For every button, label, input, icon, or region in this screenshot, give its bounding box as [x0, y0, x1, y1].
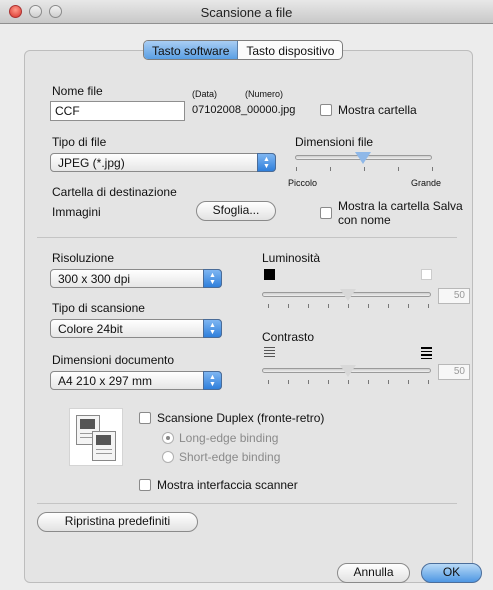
destination-folder-value: Immagini	[52, 205, 101, 219]
file-name-preview: 07102008_00000.jpg	[192, 104, 296, 116]
brightness-tick	[328, 304, 329, 308]
contrast-tick	[288, 380, 289, 384]
resolution-value: 300 x 300 dpi	[58, 272, 131, 286]
brightness-tick	[348, 304, 349, 308]
window-title: Scansione a file	[200, 5, 293, 20]
file-name-label: Nome file	[52, 84, 103, 98]
page-image	[96, 435, 111, 445]
duplex-scan-icon	[69, 408, 123, 466]
show-scanner-interface-label: Mostra interfaccia scanner	[157, 478, 298, 492]
file-size-min-label: Piccolo	[288, 178, 318, 188]
brightness-tick	[408, 304, 409, 308]
contrast-tick	[268, 380, 269, 384]
tab-software-button[interactable]: Tasto software	[144, 41, 239, 59]
brightness-tick	[428, 304, 429, 308]
tab-device-button[interactable]: Tasto dispositivo	[238, 41, 342, 59]
number-label: (Numero)	[245, 89, 284, 99]
file-type-label: Tipo di file	[52, 135, 107, 149]
date-label: (Data)	[192, 89, 218, 99]
short-edge-label: Short-edge binding	[179, 450, 281, 464]
duplex-scan-checkbox[interactable]	[139, 412, 151, 424]
show-folder-checkbox[interactable]	[320, 104, 332, 116]
contrast-slider-thumb[interactable]	[340, 365, 356, 377]
show-folder-label: Mostra cartella	[338, 103, 417, 117]
file-name-input[interactable]: CCF	[50, 101, 185, 121]
file-size-tick	[432, 167, 433, 171]
contrast-tick	[388, 380, 389, 384]
popup-arrows-icon: ▲ ▼	[203, 319, 222, 338]
low-contrast-icon	[264, 347, 275, 358]
brightness-slider-thumb[interactable]	[340, 289, 356, 301]
high-contrast-icon	[421, 347, 432, 359]
long-edge-label: Long-edge binding	[179, 431, 279, 445]
contrast-tick	[348, 380, 349, 384]
brightness-tick	[308, 304, 309, 308]
brightness-label: Luminosità	[262, 251, 321, 265]
popup-arrows-icon: ▲ ▼	[257, 153, 276, 172]
browse-button[interactable]: Sfoglia...	[196, 201, 276, 221]
scan-type-label: Tipo di scansione	[52, 301, 145, 315]
show-save-as-label-line2: con nome	[338, 213, 391, 227]
file-type-popup[interactable]: JPEG (*.jpg) ▲ ▼	[50, 153, 276, 172]
show-scanner-interface-checkbox[interactable]	[139, 479, 151, 491]
short-edge-radio[interactable]	[162, 451, 174, 463]
file-size-tick	[330, 167, 331, 171]
brightness-value-field[interactable]: 50	[438, 288, 470, 304]
brightness-tick	[368, 304, 369, 308]
resolution-label: Risoluzione	[52, 251, 115, 265]
restore-defaults-button[interactable]: Ripristina predefiniti	[37, 512, 198, 532]
destination-folder-label: Cartella di destinazione	[52, 185, 177, 199]
cancel-button[interactable]: Annulla	[337, 563, 410, 583]
contrast-tick	[368, 380, 369, 384]
document-size-popup[interactable]: A4 210 x 297 mm ▲ ▼	[50, 371, 222, 390]
long-edge-radio[interactable]	[162, 432, 174, 444]
contrast-tick	[428, 380, 429, 384]
show-save-as-checkbox[interactable]	[320, 207, 332, 219]
file-size-label: Dimensioni file	[295, 135, 374, 149]
show-save-as-label: Mostra la cartella Salva con nome	[338, 199, 463, 227]
tab-bar: Tasto software Tasto dispositivo	[143, 40, 344, 60]
document-size-value: A4 210 x 297 mm	[58, 374, 153, 388]
popup-arrows-icon: ▲ ▼	[203, 269, 222, 288]
section-divider	[37, 237, 457, 238]
light-brightness-icon	[421, 269, 432, 280]
scan-type-value: Colore 24bit	[58, 322, 123, 336]
brightness-tick	[388, 304, 389, 308]
file-size-tick	[364, 167, 365, 171]
scan-type-popup[interactable]: Colore 24bit ▲ ▼	[50, 319, 222, 338]
resolution-popup[interactable]: 300 x 300 dpi ▲ ▼	[50, 269, 222, 288]
ok-button[interactable]: OK	[421, 563, 482, 583]
dark-brightness-icon	[264, 269, 275, 280]
file-size-slider-thumb[interactable]	[355, 152, 371, 164]
contrast-tick	[328, 380, 329, 384]
popup-arrows-icon: ▲ ▼	[203, 371, 222, 390]
duplex-scan-label: Scansione Duplex (fronte-retro)	[157, 411, 325, 425]
file-size-tick	[398, 167, 399, 171]
page-line	[96, 449, 112, 450]
section-divider	[37, 503, 457, 504]
contrast-tick	[308, 380, 309, 384]
show-save-as-label-line1: Mostra la cartella Salva	[338, 199, 463, 213]
back-page-icon	[92, 431, 116, 461]
brightness-tick	[268, 304, 269, 308]
page-image	[80, 419, 95, 429]
title-bar: Scansione a file	[0, 0, 493, 24]
brightness-tick	[288, 304, 289, 308]
file-size-tick	[296, 167, 297, 171]
contrast-label: Contrasto	[262, 330, 315, 344]
file-size-max-label: Grande	[411, 178, 442, 188]
contrast-tick	[408, 380, 409, 384]
document-size-label: Dimensioni documento	[52, 353, 175, 367]
file-type-value: JPEG (*.jpg)	[58, 156, 125, 170]
page-line	[96, 453, 112, 454]
contrast-value-field[interactable]: 50	[438, 364, 470, 380]
